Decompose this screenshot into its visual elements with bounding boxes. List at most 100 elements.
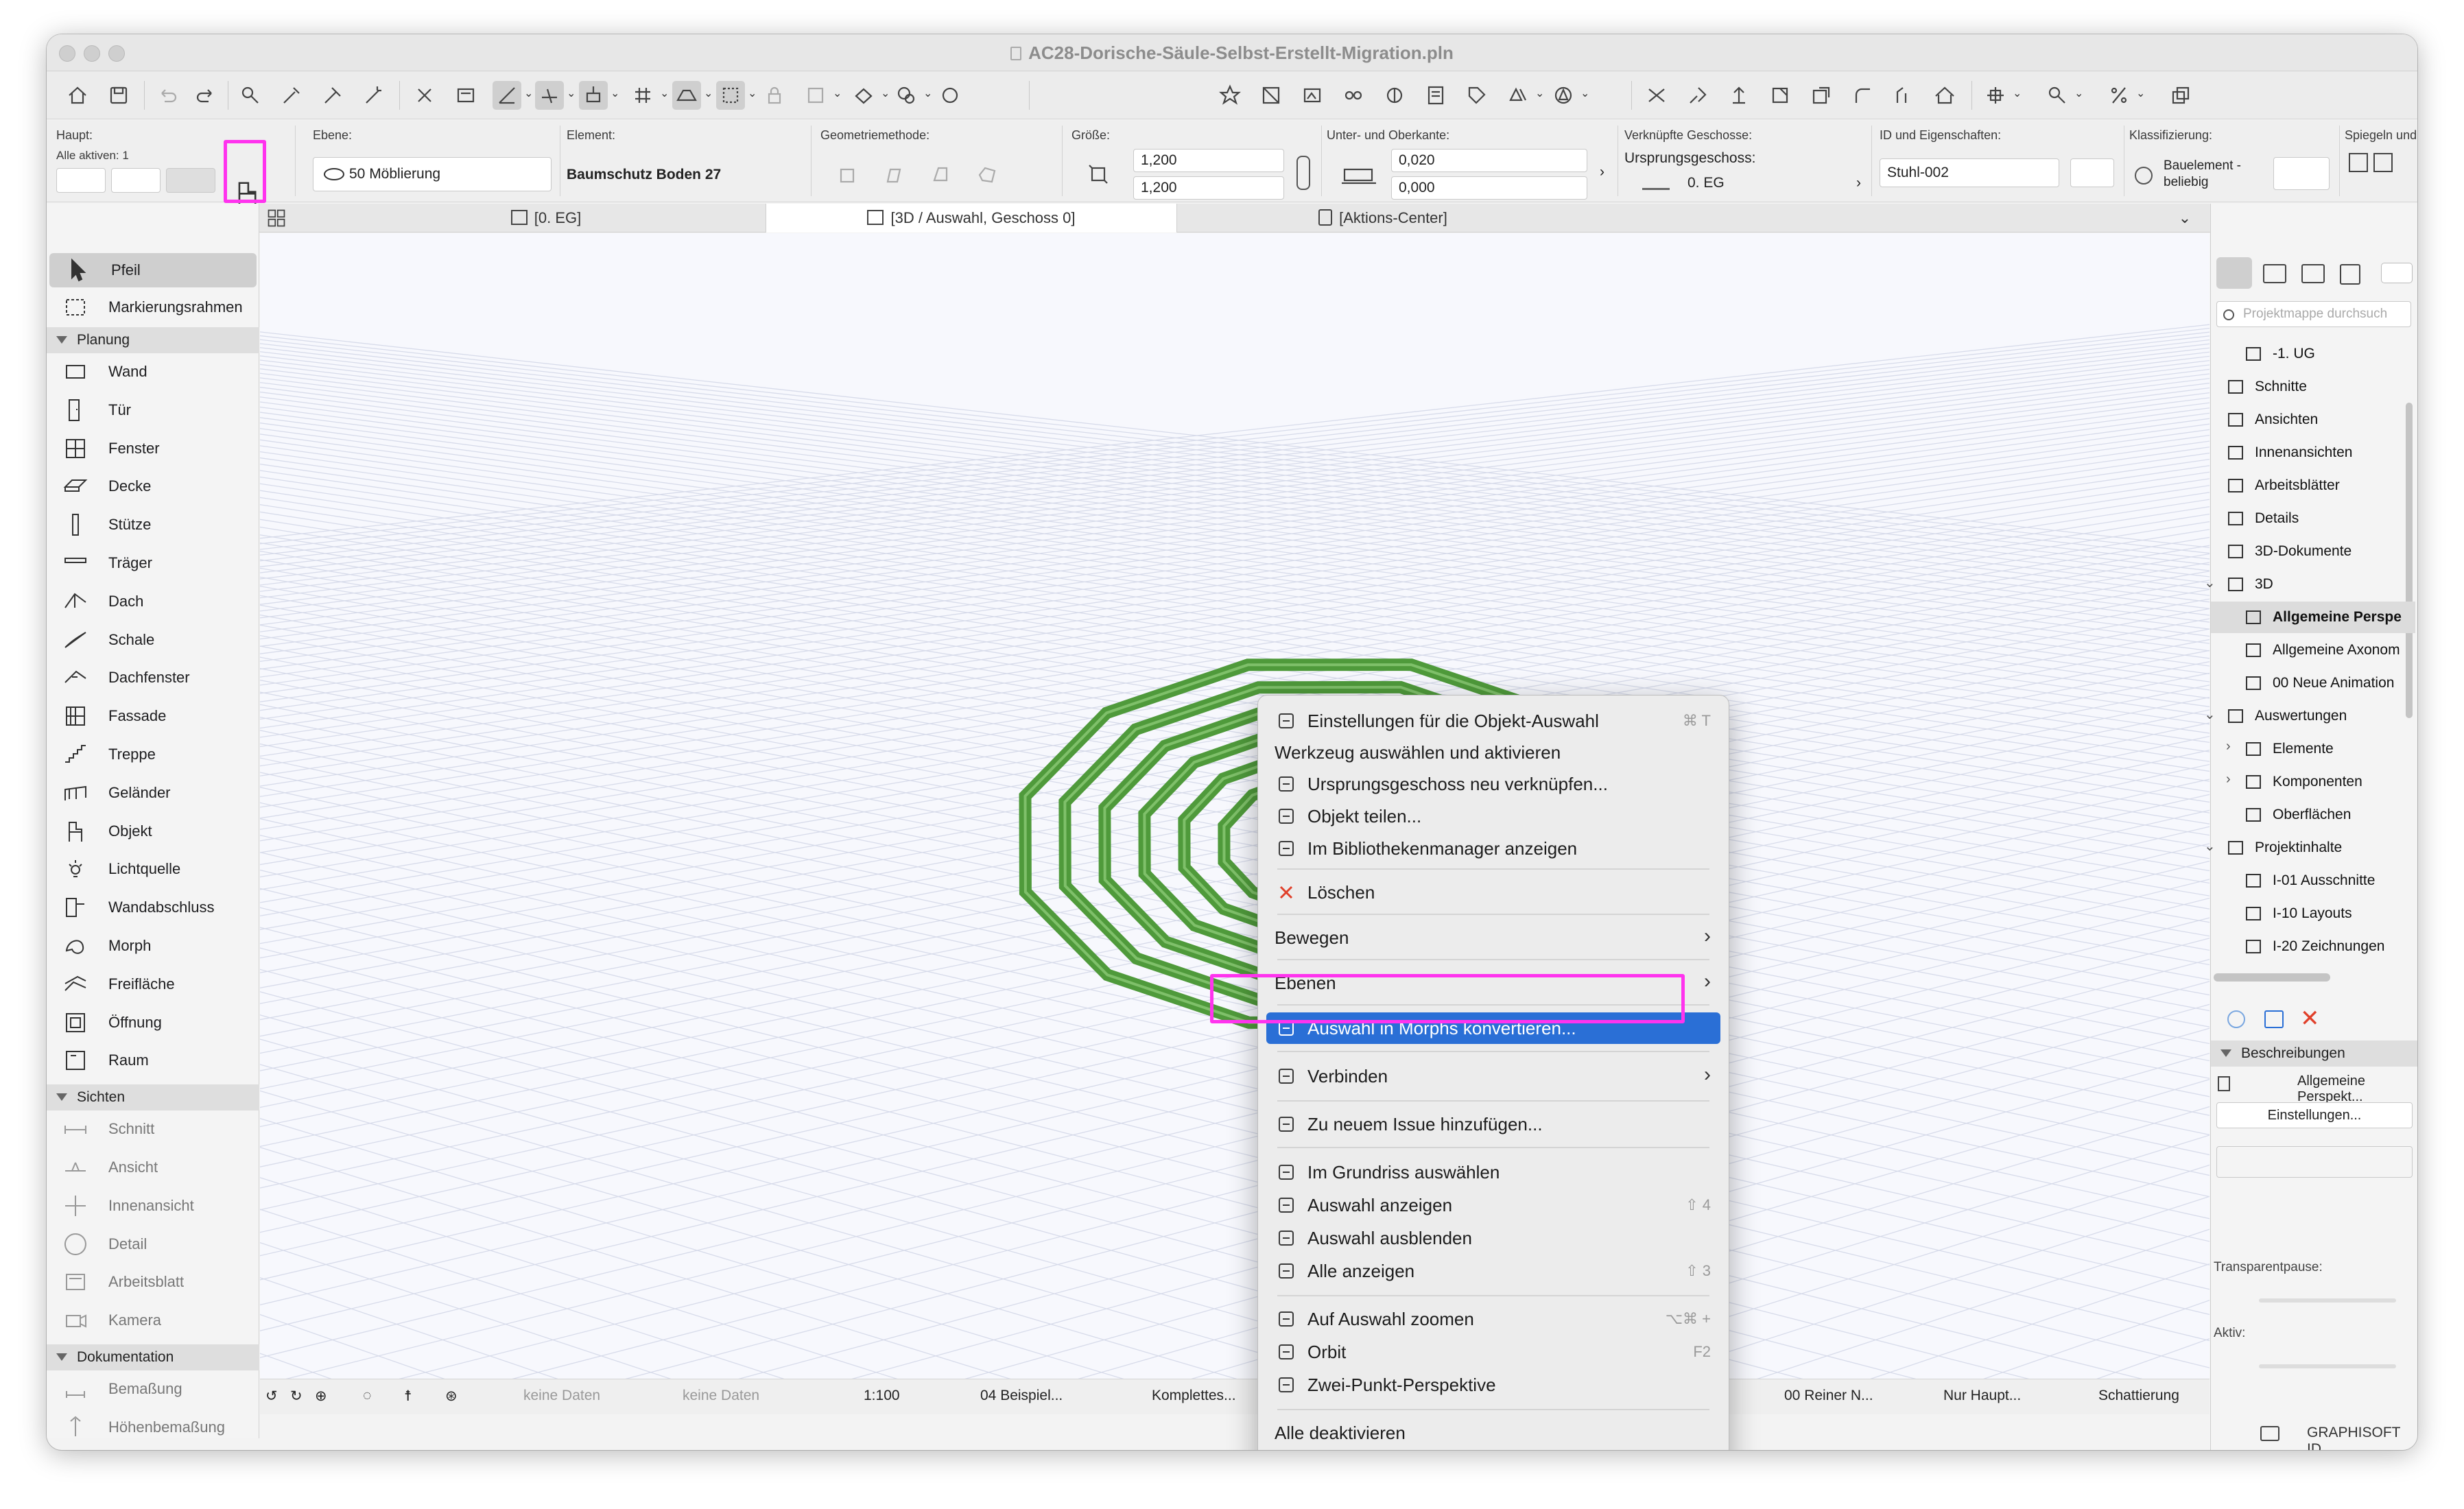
graphisoft-id-label[interactable]: GRAPHISOFT ID [2307, 1425, 2417, 1450]
nav-project-map-icon[interactable] [2216, 257, 2252, 289]
aktiv-slider[interactable] [2259, 1364, 2396, 1368]
stretch-icon[interactable] [1766, 81, 1794, 110]
menu-item-auf-auswahl-zoomen[interactable]: Auf Auswahl zoomen ⌥⌘ + [1266, 1303, 1720, 1335]
menu-item-alle-deaktivieren[interactable]: Alle deaktivieren [1266, 1417, 1720, 1449]
selection-filter-button[interactable] [56, 168, 106, 193]
nav-item-animation[interactable]: 00 Neue Animation [2242, 667, 2394, 699]
zoom-in-icon[interactable]: ⊕ [315, 1388, 327, 1405]
pen-set-value[interactable]: 00 Reiner N... [1784, 1388, 1873, 1404]
nav-item-floorplan[interactable]: I-01 Ausschnitte [2242, 865, 2375, 896]
tool-bemaßung[interactable]: Bemaßung [47, 1372, 259, 1406]
link-icon[interactable] [1339, 81, 1368, 110]
construction-grid-icon[interactable] [672, 81, 701, 110]
shape-icon[interactable] [1549, 81, 1578, 110]
toolbox-group-sichten[interactable]: Sichten [47, 1084, 259, 1111]
tool-höhenbemaßung[interactable]: Höhenbemaßung [47, 1410, 259, 1445]
transparent-slider[interactable] [2259, 1298, 2396, 1303]
elevate-icon[interactable] [1725, 81, 1753, 110]
navigator-search-input[interactable]: Projektmappe durchsuch [2216, 301, 2411, 327]
geometry-box-icon[interactable] [833, 160, 862, 189]
percent-icon[interactable] [2105, 81, 2133, 110]
collapsed-chevron-icon[interactable]: › [2226, 739, 2231, 754]
tool-träger[interactable]: Träger [47, 546, 259, 580]
menu-item-zu-neuem-issue-hinzufügen[interactable]: Zu neuem Issue hinzufügen... [1266, 1108, 1720, 1140]
scale-value[interactable]: 1:100 [864, 1388, 900, 1404]
solid-ops-icon[interactable] [1981, 81, 2010, 110]
magic-wand-icon[interactable] [359, 81, 388, 110]
fillet-icon[interactable] [1848, 81, 1877, 110]
beschreibungen-header[interactable]: Beschreibungen [2211, 1041, 2417, 1067]
classification-icon[interactable] [1504, 81, 1532, 110]
nav-publisher-icon[interactable] [2340, 264, 2360, 285]
inject-icon[interactable] [318, 81, 347, 110]
nav-item-detail[interactable]: Details [2225, 503, 2299, 534]
menu-item-im-bibliothekenmanager-anzeigen[interactable]: Im Bibliothekenmanager anzeigen [1266, 833, 1720, 864]
tool-schale[interactable]: Schale [47, 623, 259, 657]
nav-menu-icon[interactable] [2381, 263, 2413, 283]
model-view-value[interactable]: 04 Beispiel... [980, 1388, 1063, 1404]
bottom-input[interactable]: 0,020 [1391, 149, 1587, 172]
roof-icon[interactable] [1930, 81, 1959, 110]
toolbox-group-planung[interactable]: Planung [47, 327, 259, 353]
nav-view-map-icon[interactable] [2263, 264, 2286, 283]
orbit-status-icon[interactable]: ↺ [265, 1388, 278, 1405]
gravity-icon[interactable] [579, 81, 608, 110]
snap-icon[interactable] [410, 81, 439, 110]
nav-item-elevation[interactable]: Ansichten [2225, 404, 2318, 436]
story-more-chevron[interactable]: › [1856, 175, 1861, 191]
geometry-poly-icon[interactable] [973, 160, 1002, 189]
tool-freifläche[interactable]: Freifläche [47, 967, 259, 1001]
description-item[interactable]: Allgemeine Perspekt... [2297, 1073, 2417, 1105]
selection-tool-icon[interactable] [716, 81, 745, 110]
nav-item-worksheet[interactable]: Arbeitsblätter [2225, 470, 2340, 501]
tool-detail[interactable]: Detail [47, 1227, 259, 1261]
layer-combo-value[interactable]: Komplettes... [1152, 1388, 1236, 1404]
tool-dach[interactable]: Dach [47, 584, 259, 619]
tool-arrow[interactable]: Pfeil [49, 253, 257, 287]
expand-chevron-icon[interactable]: ⌄ [2204, 706, 2216, 723]
split-icon[interactable] [2043, 81, 2072, 110]
nav-vertical-scrollbar[interactable] [2406, 403, 2413, 718]
nav-delete-icon[interactable]: ✕ [2300, 1005, 2320, 1032]
tool-öffnung[interactable]: Öffnung [47, 1006, 259, 1040]
nav-item-components[interactable]: Komponenten [2242, 766, 2362, 798]
geometry-slant-icon[interactable] [879, 160, 908, 189]
tool-morph[interactable]: Morph [47, 929, 259, 963]
tool-objekt[interactable]: Objekt [47, 814, 259, 848]
menu-item-alle-anzeigen[interactable]: Alle anzeigen ⇧ 3 [1266, 1255, 1720, 1287]
size-b-input[interactable]: 1,200 [1133, 176, 1284, 200]
tab-list-button[interactable]: ⌄ [2159, 204, 2210, 233]
guide-lines-icon[interactable] [493, 81, 521, 110]
settings-button[interactable]: Einstellungen... [2216, 1102, 2413, 1128]
tool-stütze[interactable]: Stütze [47, 508, 259, 542]
redo-icon[interactable] [191, 81, 220, 110]
tool-wand[interactable]: Wand [47, 355, 259, 389]
mirror-x-icon[interactable] [2349, 153, 2368, 172]
nav-item-section[interactable]: Schnitte [2225, 371, 2307, 403]
marquee-type-button[interactable] [111, 168, 161, 193]
tool-treppe[interactable]: Treppe [47, 737, 259, 772]
tool-raum[interactable]: Raum [47, 1043, 259, 1078]
tool-wandabschluss[interactable]: Wandabschluss [47, 890, 259, 925]
nav-item-axonometry[interactable]: Allgemeine Axonom [2242, 634, 2400, 666]
tab-floorplan[interactable]: [0. EG] [294, 204, 798, 233]
nav-item-drawing[interactable]: I-20 Zeichnungen [2242, 931, 2384, 962]
tool-geländer[interactable]: Geländer [47, 776, 259, 810]
menu-item-objekt-teilen[interactable]: Objekt teilen... [1266, 800, 1720, 832]
snap-guides-icon[interactable] [535, 81, 564, 110]
menu-item-löschen[interactable]: Löschen [1266, 877, 1720, 908]
renovation-icon[interactable] [892, 81, 921, 110]
nav-layout-book-icon[interactable] [2301, 264, 2325, 283]
tool-lichtquelle[interactable]: Lichtquelle [47, 852, 259, 886]
tool-schnitt[interactable]: Schnitt [47, 1112, 259, 1146]
teamwork-icon[interactable] [1380, 81, 1409, 110]
tab-action-center[interactable]: [Aktions-Center] [1177, 204, 1589, 233]
layer-combo-icon[interactable] [849, 81, 878, 110]
grid-snap-icon[interactable] [628, 81, 657, 110]
resize-icon[interactable] [1807, 81, 1836, 110]
nav-item-schedule[interactable]: Auswertungen [2225, 700, 2347, 732]
tool-innenansicht[interactable]: Innenansicht [47, 1189, 259, 1223]
undo-icon[interactable] [154, 81, 182, 110]
tool-kamera[interactable]: Kamera [47, 1303, 259, 1338]
menu-item-auswahl-anzeigen[interactable]: Auswahl anzeigen ⇧ 4 [1266, 1189, 1720, 1221]
